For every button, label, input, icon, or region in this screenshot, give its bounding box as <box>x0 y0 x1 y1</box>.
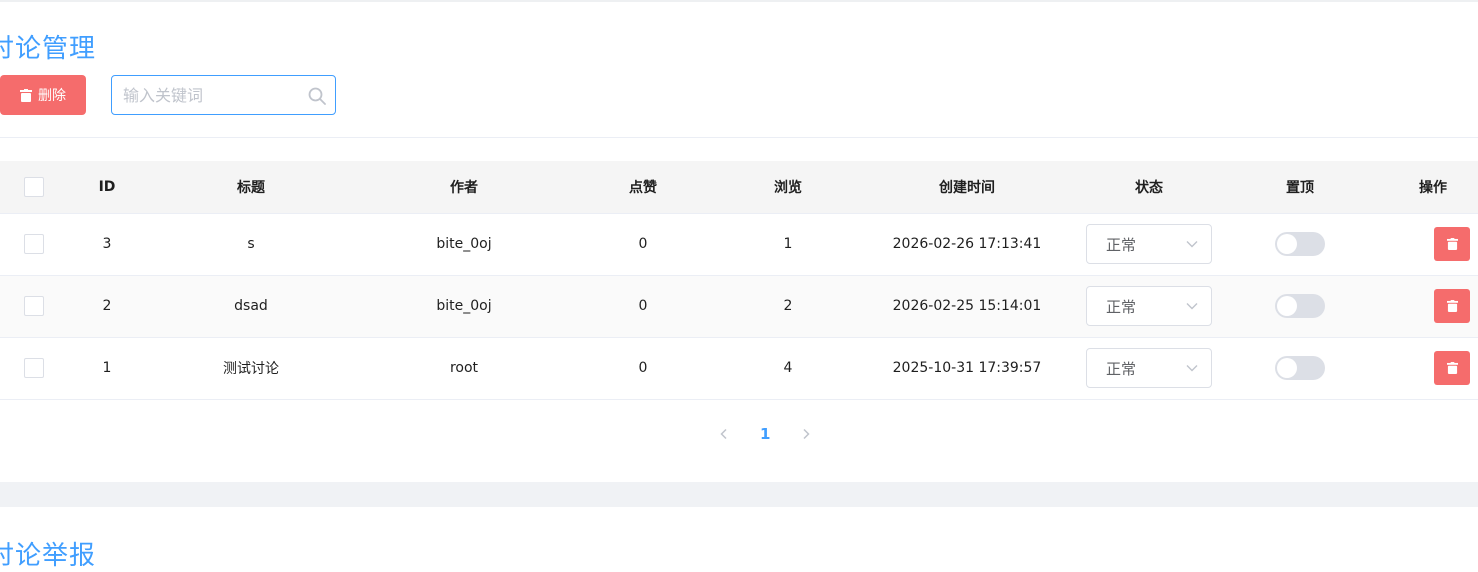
cell-created: 2026-02-26 17:13:41 <box>862 213 1072 276</box>
table-row: 3 s bite_0oj 0 1 2026-02-26 17:13:41 正常 <box>0 213 1478 276</box>
cell-likes: 0 <box>572 337 714 400</box>
discussion-report-panel: 讨论举报 <box>0 507 1478 571</box>
row-checkbox[interactable] <box>24 358 44 378</box>
status-select-value: 正常 <box>1106 297 1137 316</box>
prev-page-button[interactable] <box>718 425 730 444</box>
toggle-knob <box>1277 358 1297 378</box>
cell-views: 1 <box>714 213 862 276</box>
cell-title: dsad <box>146 275 356 338</box>
column-header-author: 作者 <box>356 161 572 214</box>
status-select[interactable]: 正常 <box>1086 224 1212 264</box>
cell-author: root <box>356 337 572 400</box>
bulk-delete-label: 删除 <box>38 88 66 104</box>
chevron-down-icon <box>1186 365 1198 372</box>
status-select[interactable]: 正常 <box>1086 348 1212 388</box>
trash-icon <box>1446 362 1458 374</box>
column-header-created: 创建时间 <box>862 161 1072 214</box>
cell-likes: 0 <box>572 213 714 276</box>
column-header-views: 浏览 <box>714 161 862 214</box>
row-delete-button[interactable] <box>1434 289 1470 323</box>
column-header-pinned: 置顶 <box>1226 161 1374 214</box>
column-header-actions: 操作 <box>1374 161 1478 214</box>
cell-id: 3 <box>68 213 146 276</box>
cell-created: 2026-02-25 15:14:01 <box>862 275 1072 338</box>
table-row: 2 dsad bite_0oj 0 2 2026-02-25 15:14:01 … <box>0 275 1478 338</box>
next-page-button[interactable] <box>800 425 812 444</box>
cell-likes: 0 <box>572 275 714 338</box>
select-all-checkbox[interactable] <box>24 176 44 197</box>
row-checkbox[interactable] <box>24 234 44 254</box>
cell-author: bite_0oj <box>356 275 572 338</box>
status-select-value: 正常 <box>1106 235 1137 254</box>
trash-icon <box>1446 300 1458 312</box>
table-row: 1 测试讨论 root 0 4 2025-10-31 17:39:57 正常 <box>0 337 1478 400</box>
trash-icon <box>1446 238 1458 250</box>
pin-toggle[interactable] <box>1275 232 1325 256</box>
page-title: 讨论管理 <box>0 34 97 64</box>
chevron-right-icon <box>803 428 810 439</box>
column-header-status: 状态 <box>1072 161 1226 214</box>
pin-toggle[interactable] <box>1275 356 1325 380</box>
search-box <box>111 75 336 115</box>
cell-created: 2025-10-31 17:39:57 <box>862 337 1072 400</box>
cell-title: s <box>146 213 356 276</box>
bulk-delete-button[interactable]: 删除 <box>0 75 86 115</box>
status-select[interactable]: 正常 <box>1086 286 1212 326</box>
cell-id: 2 <box>68 275 146 338</box>
status-select-value: 正常 <box>1106 359 1137 378</box>
page-number[interactable]: 1 <box>760 425 770 443</box>
table-header-row: ID 标题 作者 点赞 浏览 创建时间 状态 置顶 操作 <box>0 161 1478 214</box>
trash-icon <box>20 88 32 102</box>
row-delete-button[interactable] <box>1434 227 1470 261</box>
chevron-down-icon <box>1186 241 1198 248</box>
column-header-title: 标题 <box>146 161 356 214</box>
panel-separator <box>0 482 1478 507</box>
cell-author: bite_0oj <box>356 213 572 276</box>
cell-id: 1 <box>68 337 146 400</box>
discussion-table: ID 标题 作者 点赞 浏览 创建时间 状态 置顶 操作 3 s bite_0o… <box>0 161 1478 400</box>
row-delete-button[interactable] <box>1434 351 1470 385</box>
search-input[interactable] <box>112 76 335 114</box>
chevron-left-icon <box>720 428 727 439</box>
cell-views: 2 <box>714 275 862 338</box>
toolbar-divider <box>0 137 1478 138</box>
column-header-likes: 点赞 <box>572 161 714 214</box>
row-checkbox[interactable] <box>24 296 44 316</box>
chevron-down-icon <box>1186 303 1198 310</box>
toggle-knob <box>1277 296 1297 316</box>
cell-views: 4 <box>714 337 862 400</box>
search-icon[interactable] <box>308 87 326 105</box>
pagination: 1 <box>718 420 812 448</box>
pin-toggle[interactable] <box>1275 294 1325 318</box>
report-panel-title: 讨论举报 <box>0 541 97 571</box>
toggle-knob <box>1277 234 1297 254</box>
cell-title: 测试讨论 <box>146 337 356 400</box>
column-header-id: ID <box>68 161 146 214</box>
